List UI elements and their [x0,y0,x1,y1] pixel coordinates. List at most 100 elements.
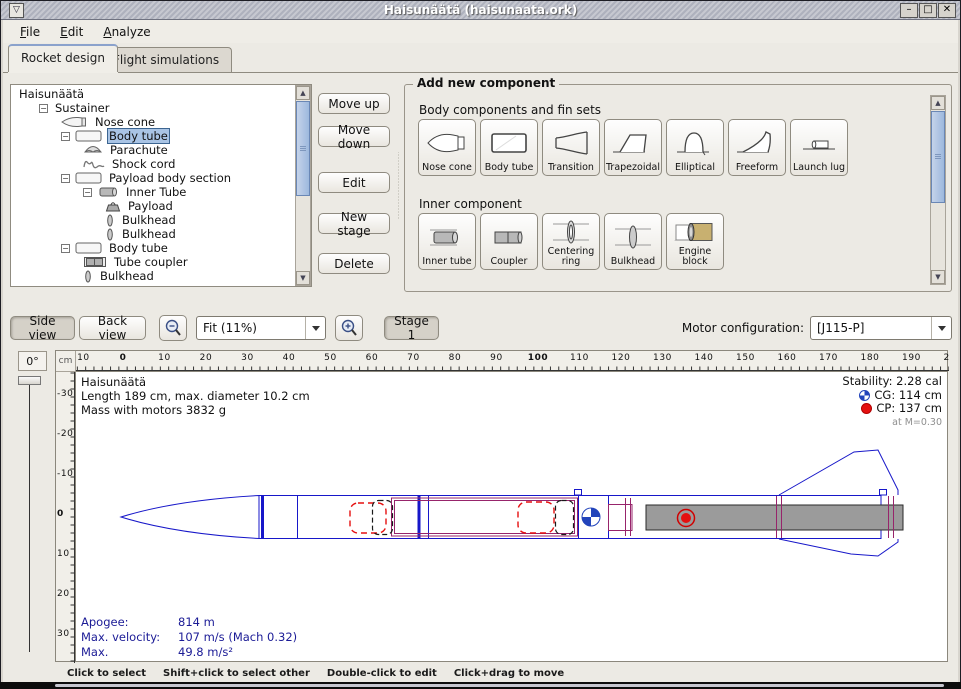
tree-row-label[interactable]: Parachute [108,143,170,157]
component-button-transition[interactable]: Transition [542,119,600,176]
inner-tube-icon [97,186,119,198]
tree-row[interactable]: − Inner Tube [11,185,295,199]
tree-row[interactable]: Bulkhead [11,269,295,283]
tree-row[interactable]: Nose cone [11,115,295,129]
tab-bar: Rocket design Flight simulations [3,44,958,73]
tree-row[interactable]: Bulkhead [11,213,295,227]
side-view-button[interactable]: Side view [10,316,75,340]
new-stage-button[interactable]: New stage [318,213,390,234]
tree-row[interactable]: −Sustainer [11,101,295,115]
scroll-up-button[interactable]: ▲ [296,86,310,100]
svg-text:0: 0 [120,353,127,363]
expand-toggle[interactable]: − [61,244,70,253]
back-view-button[interactable]: Back view [79,316,146,340]
component-button-freeform[interactable]: Freeform [728,119,786,176]
tree-row-label[interactable]: Payload [126,199,175,213]
scroll-thumb[interactable] [296,101,310,196]
component-button-nosecone[interactable]: Nose cone [418,119,476,176]
svg-text:-20: -20 [57,429,74,439]
expand-toggle[interactable]: − [61,132,70,141]
tree-row[interactable]: Shock cord [11,157,295,171]
scroll-thumb[interactable] [931,111,945,203]
tree-row-label[interactable]: Haisunäätä [17,87,86,101]
rocket-canvas[interactable]: Haisunäätä Length 189 cm, max. diameter … [76,372,947,661]
centering-icon [549,216,593,247]
tree-row-label[interactable]: Bulkhead [120,213,178,227]
component-scrollbar[interactable]: ▲ ▼ [930,95,946,285]
bottom-resize-bar[interactable] [55,684,944,687]
menu-item-edit[interactable]: Edit [51,23,92,41]
zoom-in-button[interactable] [335,315,363,341]
scroll-down-button[interactable]: ▼ [296,271,310,285]
fin-top-shape [779,450,898,495]
tree-row-label[interactable]: Bulkhead [120,227,178,241]
svg-text:60: 60 [366,353,379,363]
rotation-slider-handle[interactable] [18,376,41,385]
svg-text:-10: -10 [76,353,90,363]
tree-row[interactable]: Tube coupler [11,255,295,269]
edit-button[interactable]: Edit [318,172,390,193]
component-button-engineblock[interactable]: Engine block [666,213,724,270]
move-up-button[interactable]: Move up [318,93,390,114]
svg-text:170: 170 [819,353,838,363]
chevron-down-icon [931,317,951,339]
menu-item-file[interactable]: File [11,23,49,41]
scroll-down-button[interactable]: ▼ [931,270,945,284]
component-button-centering[interactable]: Centering ring [542,213,600,270]
tree-scrollbar[interactable]: ▲ ▼ [295,85,311,286]
tree-row[interactable]: Payload [11,199,295,213]
tree-row-label[interactable]: Payload body section [107,171,233,185]
tree-row-label[interactable]: Shock cord [110,157,177,171]
component-button-coupler[interactable]: Coupler [480,213,538,270]
expand-toggle[interactable]: − [39,104,48,113]
menu-item-analyze[interactable]: Analyze [94,23,159,41]
component-button-launchlug[interactable]: Launch lug [790,119,848,176]
delete-button[interactable]: Delete [318,253,390,274]
menu-bar: File Edit Analyze [3,20,958,43]
rocket-dimensions-label: Length 189 cm, max. diameter 10.2 cm [81,389,310,403]
component-button-bodytube[interactable]: Body tube [480,119,538,176]
component-tree[interactable]: Haisunäätä−SustainerNose cone−Body tubeP… [10,84,312,287]
body-tube-icon [75,130,102,142]
motor-configuration-label: Motor configuration: [682,321,804,335]
tree-row[interactable]: Parachute [11,143,295,157]
tab-rocket-design[interactable]: Rocket design [8,44,118,72]
component-button-elliptical[interactable]: Elliptical [666,119,724,176]
svg-text:180: 180 [861,353,880,363]
stage-1-toggle[interactable]: Stage 1 [384,316,439,340]
motor-configuration-select[interactable]: [J115-P] [810,316,952,340]
tree-row[interactable]: Bulkhead [11,227,295,241]
tree-row-label[interactable]: Body tube [107,128,170,144]
move-down-button[interactable]: Move down [318,126,390,147]
tree-row[interactable]: − Payload body section [11,171,295,185]
component-button-trapezoidal[interactable]: Trapezoidal [604,119,662,176]
expand-toggle[interactable]: − [61,174,70,183]
tree-row-label[interactable]: Nose cone [93,115,157,129]
splitter-handle[interactable] [396,152,400,220]
expand-toggle[interactable]: − [83,188,92,197]
tree-row-label[interactable]: Sustainer [53,101,111,115]
tree-row-label[interactable]: Tube coupler [112,255,190,269]
tree-row[interactable]: Haisunäätä [11,87,295,101]
tree-row[interactable]: − Body tube [11,129,295,143]
component-button-bulkheadc[interactable]: Bulkhead [604,213,662,270]
zoom-level-select[interactable]: Fit (11%) [196,316,326,340]
tree-row[interactable]: − Body tube [11,241,295,255]
window-title: Haisunäätä (haisunaata.ork) [1,3,960,17]
tree-row-label[interactable]: Body tube [107,241,170,255]
tree-row-label[interactable]: Bulkhead [98,269,156,283]
zoom-out-button[interactable] [159,315,187,341]
svg-text:160: 160 [778,353,797,363]
rotation-slider[interactable] [29,380,30,652]
scroll-up-button[interactable]: ▲ [931,96,945,110]
tree-row-label[interactable]: Inner Tube [124,185,188,199]
zoom-level-value: Fit (11%) [197,321,305,335]
coupler-icon [487,216,531,257]
component-button-innertube[interactable]: Inner tube [418,213,476,270]
component-button-label: Bulkhead [611,257,655,267]
svg-text:90: 90 [490,353,503,363]
payload-icon [105,200,121,212]
stability-value: Stability: 2.28 cal [842,375,942,389]
title-bar[interactable]: ▽ Haisunäätä (haisunaata.ork) – □ ✕ [1,1,960,20]
tab-flight-simulations[interactable]: Flight simulations [100,47,232,72]
